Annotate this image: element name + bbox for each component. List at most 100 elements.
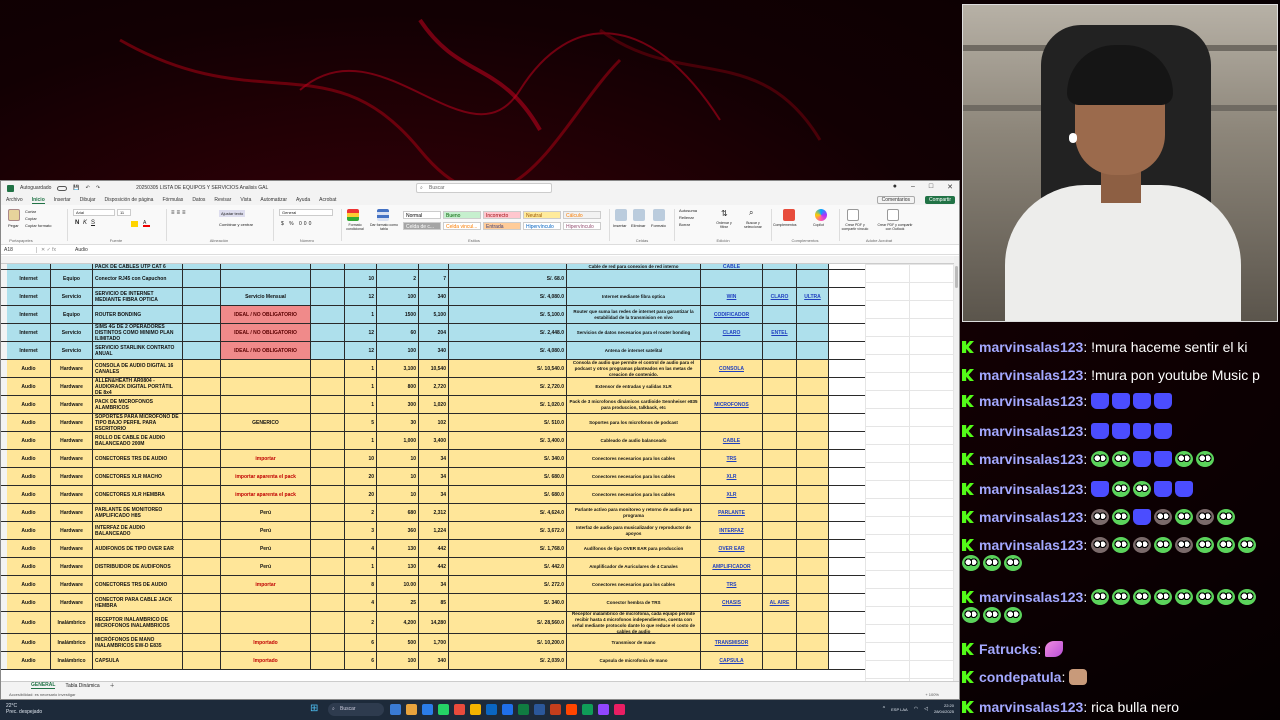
cell-type[interactable]: Hardware [51, 468, 93, 485]
cell-sol[interactable]: S/. 3,672.0 [449, 522, 567, 539]
cell-type[interactable]: Hardware [51, 432, 93, 449]
cell-link3[interactable] [797, 450, 829, 467]
cell-type[interactable]: Hardware [51, 378, 93, 395]
empty-cells-area[interactable] [865, 264, 957, 683]
cell-link2[interactable] [763, 634, 797, 651]
cell-cat[interactable]: Audio [7, 432, 51, 449]
cell-qty[interactable]: 1 [345, 378, 377, 395]
cell-total[interactable]: 85 [419, 594, 449, 611]
cell-blank2[interactable] [311, 652, 345, 669]
cell-total[interactable]: 7 [419, 270, 449, 287]
cell-qty[interactable]: 1 [345, 306, 377, 323]
cell-func[interactable]: Capsula de microfonia de mano [567, 652, 701, 669]
cell-cat[interactable]: Audio [7, 486, 51, 503]
cell-sol[interactable]: S/. 1,020.0 [449, 396, 567, 413]
cell-note[interactable] [221, 594, 311, 611]
cell-qty[interactable]: 4 [345, 594, 377, 611]
cell-blank2[interactable] [311, 468, 345, 485]
cell-type[interactable]: Servicio [51, 288, 93, 305]
format-cells-icon[interactable] [653, 209, 665, 221]
cell-cat[interactable]: Audio [7, 414, 51, 431]
cell-link2[interactable] [763, 360, 797, 377]
cell-func[interactable]: Cable de red para conexion de red intern… [567, 264, 701, 269]
table-row[interactable]: Audio Hardware CONECTORES TRS DE AUDIO impo… [1, 576, 865, 594]
cell-blank1[interactable] [183, 342, 221, 359]
cell-note[interactable]: importar [221, 576, 311, 593]
ribbon-tab[interactable]: Fórmulas [162, 197, 183, 203]
cell-total[interactable]: 1,224 [419, 522, 449, 539]
cell-blank1[interactable] [183, 270, 221, 287]
cell-desc[interactable]: SOPORTES PARA MICROFONO DE TIPO BAJO PER… [93, 414, 183, 431]
cell-total[interactable]: 1,700 [419, 634, 449, 651]
share-button[interactable]: Compartir [925, 196, 955, 204]
cell-blank2[interactable] [311, 360, 345, 377]
taskbar-app-icon[interactable] [534, 704, 545, 715]
cell-blank2[interactable] [311, 612, 345, 633]
cell-style-swatch[interactable]: Neutral [523, 211, 561, 219]
cell-cat[interactable]: Audio [7, 468, 51, 485]
cell-qty[interactable]: 12 [345, 342, 377, 359]
cell-price[interactable] [377, 264, 419, 269]
cell-style-swatch[interactable]: Incorrecto [483, 211, 521, 219]
cell-desc[interactable]: INTERFAZ DE AUDIO BALANCEADO [93, 522, 183, 539]
cell-type[interactable]: Hardware [51, 522, 93, 539]
chat-username[interactable]: marvinsalas123 [979, 509, 1083, 525]
cell-func[interactable]: Router que suma las redes de internet pa… [567, 306, 701, 323]
cell-note[interactable] [221, 396, 311, 413]
taskbar-app-icon[interactable] [502, 704, 513, 715]
format-painter-button[interactable]: Copiar formato [25, 223, 51, 228]
search-input[interactable]: ⌕ Buscar [416, 183, 552, 193]
cell-cat[interactable]: Audio [7, 378, 51, 395]
cell-link3[interactable] [797, 360, 829, 377]
cell-cat[interactable]: Audio [7, 558, 51, 575]
chat-username[interactable]: marvinsalas123 [979, 339, 1083, 355]
taskbar-app-icon[interactable] [582, 704, 593, 715]
cell-blank1[interactable] [183, 486, 221, 503]
cell-sol[interactable]: S/. 68.0 [449, 270, 567, 287]
cell-cat[interactable]: Audio [7, 594, 51, 611]
cell-link2[interactable] [763, 576, 797, 593]
cell-qty[interactable] [345, 264, 377, 269]
font-name-select[interactable]: Arial [73, 209, 115, 216]
taskbar-app-icon[interactable] [614, 704, 625, 715]
cell-price[interactable]: 130 [377, 558, 419, 575]
cell-price[interactable]: 10 [377, 450, 419, 467]
cell-total[interactable]: 2,720 [419, 378, 449, 395]
cell-cat[interactable]: Internet [7, 288, 51, 305]
cell-note[interactable] [221, 360, 311, 377]
cell-blank1[interactable] [183, 652, 221, 669]
cell-price[interactable]: 130 [377, 540, 419, 557]
format-as-table-icon[interactable] [377, 209, 389, 221]
cell-link3[interactable] [797, 468, 829, 485]
cell-blank1[interactable] [183, 360, 221, 377]
save-icon[interactable]: 💾 [73, 185, 79, 191]
sheet-tab[interactable]: GENERAL [31, 682, 56, 689]
cell-desc[interactable]: CONECTORES TRS DE AUDIO [93, 576, 183, 593]
undo-icon[interactable]: ↶ [86, 185, 90, 191]
cell-link3[interactable] [797, 342, 829, 359]
cell-total[interactable]: 340 [419, 288, 449, 305]
cell-total[interactable]: 340 [419, 652, 449, 669]
cell-total[interactable]: 1,020 [419, 396, 449, 413]
fill-color-icon[interactable] [131, 221, 138, 227]
chat-username[interactable]: marvinsalas123 [979, 481, 1083, 497]
cell-cat[interactable]: Internet [7, 342, 51, 359]
cell-blank1[interactable] [183, 558, 221, 575]
cell-type[interactable]: Hardware [51, 360, 93, 377]
cell-blank2[interactable] [311, 324, 345, 341]
delete-cells-icon[interactable] [633, 209, 645, 221]
table-row[interactable]: Audio Hardware CONECTORES TRS DE AUDIO impo… [1, 450, 865, 468]
cell-desc[interactable]: CONECTORES TRS DE AUDIO [93, 450, 183, 467]
cell-blank2[interactable] [311, 450, 345, 467]
cell-func[interactable]: Parlante activo para monitoreo y retorno… [567, 504, 701, 521]
cell-note[interactable]: IDEAL / NO OBLIGATORIO [221, 324, 311, 341]
table-row[interactable]: Audio Hardware CONECTORES XLR MACHO importa… [1, 468, 865, 486]
cell-blank1[interactable] [183, 612, 221, 633]
cell-link2[interactable] [763, 450, 797, 467]
cell-cat[interactable]: Audio [7, 450, 51, 467]
table-row[interactable]: Audio Hardware CONECTORES XLR HEMBRA import… [1, 486, 865, 504]
cell-total[interactable]: 442 [419, 540, 449, 557]
cell-total[interactable]: 204 [419, 324, 449, 341]
cell-sol[interactable]: S/. 2,039.0 [449, 652, 567, 669]
cell-link1[interactable]: TRS [701, 450, 763, 467]
